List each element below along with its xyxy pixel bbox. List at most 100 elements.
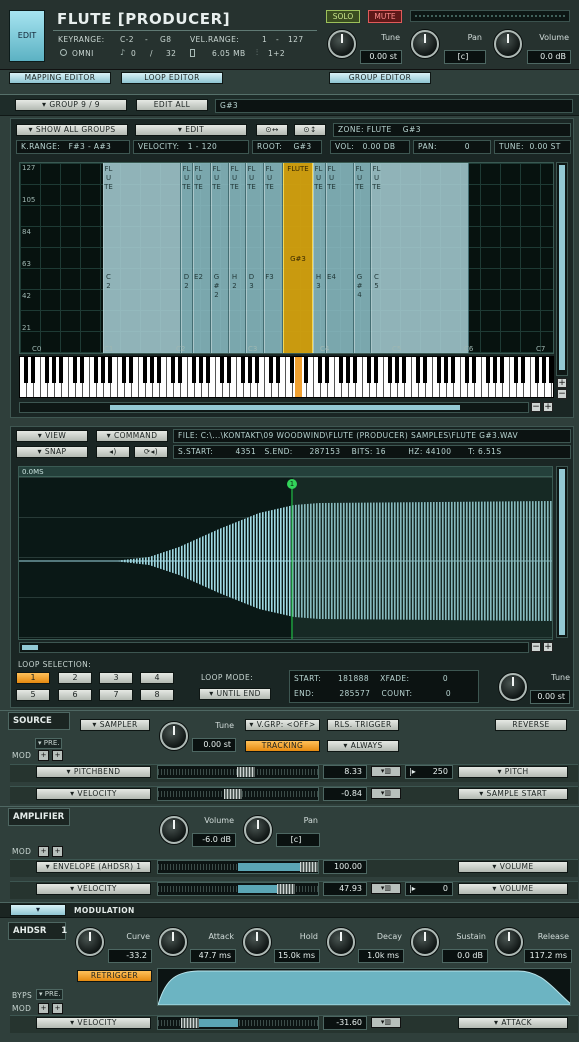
slider-thumb[interactable] bbox=[237, 767, 255, 777]
loop-7-button[interactable]: 7 bbox=[99, 689, 133, 701]
mapping-horizontal-scrollbar[interactable] bbox=[19, 402, 529, 413]
source-add-mod-button[interactable]: + bbox=[38, 750, 49, 761]
tab-loop-editor[interactable]: LOOP EDITOR bbox=[121, 72, 223, 84]
view-menu[interactable]: VIEW bbox=[16, 430, 88, 442]
loop-5-button[interactable]: 5 bbox=[16, 689, 50, 701]
amp-pan-value[interactable]: [c] bbox=[276, 833, 320, 847]
slider-thumb[interactable] bbox=[300, 862, 318, 872]
loop-end-value[interactable]: 285577 bbox=[339, 689, 370, 698]
pre-toggle[interactable]: ▾ PRE. bbox=[35, 738, 63, 749]
mod-amount-slider[interactable] bbox=[157, 860, 319, 874]
mod-pre-toggle[interactable]: ▾ PRE. bbox=[36, 989, 64, 1000]
ahdsr-add-mod-button[interactable]: + bbox=[38, 1003, 49, 1014]
release-trigger-button[interactable]: RLS. TRIGGER bbox=[327, 719, 399, 731]
mod-shaper-button[interactable]: ▾▥ bbox=[371, 766, 401, 777]
pan-value[interactable]: [c] bbox=[444, 50, 486, 64]
loop-tune-knob[interactable] bbox=[499, 673, 527, 701]
piano-keyboard[interactable] bbox=[19, 356, 554, 398]
loop-tune-value[interactable]: 0.00 st bbox=[530, 690, 570, 704]
source-tune-value[interactable]: 0.00 st bbox=[192, 738, 236, 752]
release-value[interactable]: 117.2 ms bbox=[524, 949, 572, 963]
vgrp-selector[interactable]: V.GRP: <OFF> bbox=[245, 719, 320, 731]
loop-6-button[interactable]: 6 bbox=[58, 689, 92, 701]
amp-volume-value[interactable]: -6.0 dB bbox=[192, 833, 236, 847]
zone-pan-field[interactable]: PAN: 0 bbox=[413, 140, 491, 154]
xfade-value[interactable]: 0 bbox=[443, 674, 448, 683]
attack-value[interactable]: 47.7 ms bbox=[190, 949, 236, 963]
snap-menu[interactable]: SNAP bbox=[16, 446, 88, 458]
mapping-edit-menu[interactable]: EDIT bbox=[135, 124, 247, 136]
midi-channel[interactable]: OMNI bbox=[72, 49, 94, 58]
mod-amount-value[interactable]: -31.60 bbox=[323, 1016, 367, 1030]
mod-source-pitchbend[interactable]: PITCHBEND bbox=[36, 766, 151, 778]
slider-thumb[interactable] bbox=[181, 1018, 199, 1028]
pan-knob[interactable] bbox=[411, 30, 439, 58]
loop-mode-selector[interactable]: UNTIL END bbox=[199, 688, 271, 700]
zone-c2[interactable] bbox=[103, 163, 181, 353]
wave-zoom-in-button[interactable]: + bbox=[543, 642, 553, 652]
modulation-collapse-button[interactable]: ▾ bbox=[10, 904, 66, 916]
mod-amount-slider[interactable] bbox=[157, 765, 319, 779]
mod-target-volume[interactable]: VOLUME bbox=[458, 883, 568, 895]
mute-button[interactable]: MUTE bbox=[368, 10, 402, 23]
sustain-value[interactable]: 0.0 dB bbox=[442, 949, 488, 963]
amp-add-mod-button-2[interactable]: + bbox=[52, 846, 63, 857]
zone-tune-field[interactable]: TUNE: 0.00 st bbox=[494, 140, 571, 154]
loop-8-button[interactable]: 8 bbox=[140, 689, 174, 701]
amp-pan-knob[interactable] bbox=[244, 816, 272, 844]
mod-intensity-field[interactable]: |▸ 250 bbox=[405, 765, 453, 779]
tab-group-editor[interactable]: GROUP EDITOR bbox=[329, 72, 431, 84]
mapping-vertical-scrollbar[interactable] bbox=[556, 162, 568, 376]
amp-add-mod-button[interactable]: + bbox=[38, 846, 49, 857]
mod-source-envelope[interactable]: ENVELOPE (AHDSR) 1 bbox=[36, 861, 151, 873]
zone-c5[interactable] bbox=[371, 163, 469, 353]
mod-shaper-button[interactable]: ▾▥ bbox=[371, 883, 401, 894]
zone-map[interactable]: 127 105 84 63 42 21 FLUTE C2 FLUTE D2 FLUT… bbox=[19, 162, 554, 354]
mod-amount-slider[interactable] bbox=[157, 787, 319, 801]
loop-1-button[interactable]: 1 bbox=[16, 672, 50, 684]
envelope-graph[interactable] bbox=[157, 968, 571, 1006]
sampler-mode-selector[interactable]: SAMPLER bbox=[80, 719, 150, 731]
tune-knob[interactable] bbox=[328, 30, 356, 58]
mod-source-velocity[interactable]: VELOCITY bbox=[36, 883, 151, 895]
zoom-horizontal-button[interactable]: ⊙↔ bbox=[256, 124, 288, 136]
edit-button[interactable]: EDIT bbox=[9, 10, 45, 62]
group-selector[interactable]: GROUP 9 / 9 bbox=[15, 99, 127, 111]
slider-thumb[interactable] bbox=[277, 884, 295, 894]
loop-marker-badge[interactable]: 1 bbox=[287, 479, 297, 489]
tab-mapping-editor[interactable]: MAPPING EDITOR bbox=[9, 72, 111, 84]
mod-amount-value[interactable]: -0.84 bbox=[323, 787, 367, 801]
mod-target-pitch[interactable]: PITCH bbox=[458, 766, 568, 778]
mod-source-velocity[interactable]: VELOCITY bbox=[36, 1017, 151, 1029]
count-value[interactable]: 0 bbox=[446, 689, 451, 698]
zone-volume-field[interactable]: VOL: 0.00 dB bbox=[330, 140, 410, 154]
mod-target-sample-start[interactable]: SAMPLE START bbox=[458, 788, 568, 800]
mod-shaper-button[interactable]: ▾▥ bbox=[371, 788, 401, 799]
mod-intensity-field[interactable]: |▸ 0 bbox=[405, 882, 453, 896]
decay-value[interactable]: 1.0k ms bbox=[358, 949, 404, 963]
h-zoom-out-button[interactable]: − bbox=[531, 402, 541, 412]
krange-field[interactable]: K.RANGE: F#3 - A#3 bbox=[16, 140, 130, 154]
hold-value[interactable]: 15.0k ms bbox=[274, 949, 320, 963]
max-voices[interactable]: 32 bbox=[166, 49, 176, 58]
retrigger-button[interactable]: RETRIGGER bbox=[77, 970, 152, 982]
reverse-button[interactable]: REVERSE bbox=[495, 719, 567, 731]
keyrange-lo[interactable]: C-2 bbox=[120, 35, 134, 44]
mod-target-volume[interactable]: VOLUME bbox=[458, 861, 568, 873]
hold-knob[interactable] bbox=[243, 928, 271, 956]
velrange-lo[interactable]: 1 bbox=[262, 35, 267, 44]
mod-shaper-button[interactable]: ▾▥ bbox=[371, 1017, 401, 1028]
waveform-display[interactable]: 0.0MS 1 bbox=[18, 466, 553, 640]
zoom-in-button[interactable]: + bbox=[557, 378, 567, 388]
zoom-out-button[interactable]: − bbox=[557, 389, 567, 399]
velrange-hi[interactable]: 127 bbox=[288, 35, 304, 44]
tracking-button[interactable]: TRACKING bbox=[245, 740, 320, 752]
attack-knob[interactable] bbox=[159, 928, 187, 956]
mod-amount-slider[interactable] bbox=[157, 882, 319, 896]
sustain-knob[interactable] bbox=[411, 928, 439, 956]
loop-start-value[interactable]: 181888 bbox=[338, 674, 369, 683]
curve-knob[interactable] bbox=[76, 928, 104, 956]
loop-2-button[interactable]: 2 bbox=[58, 672, 92, 684]
command-menu[interactable]: COMMAND bbox=[96, 430, 168, 442]
tune-value[interactable]: 0.00 st bbox=[360, 50, 402, 64]
